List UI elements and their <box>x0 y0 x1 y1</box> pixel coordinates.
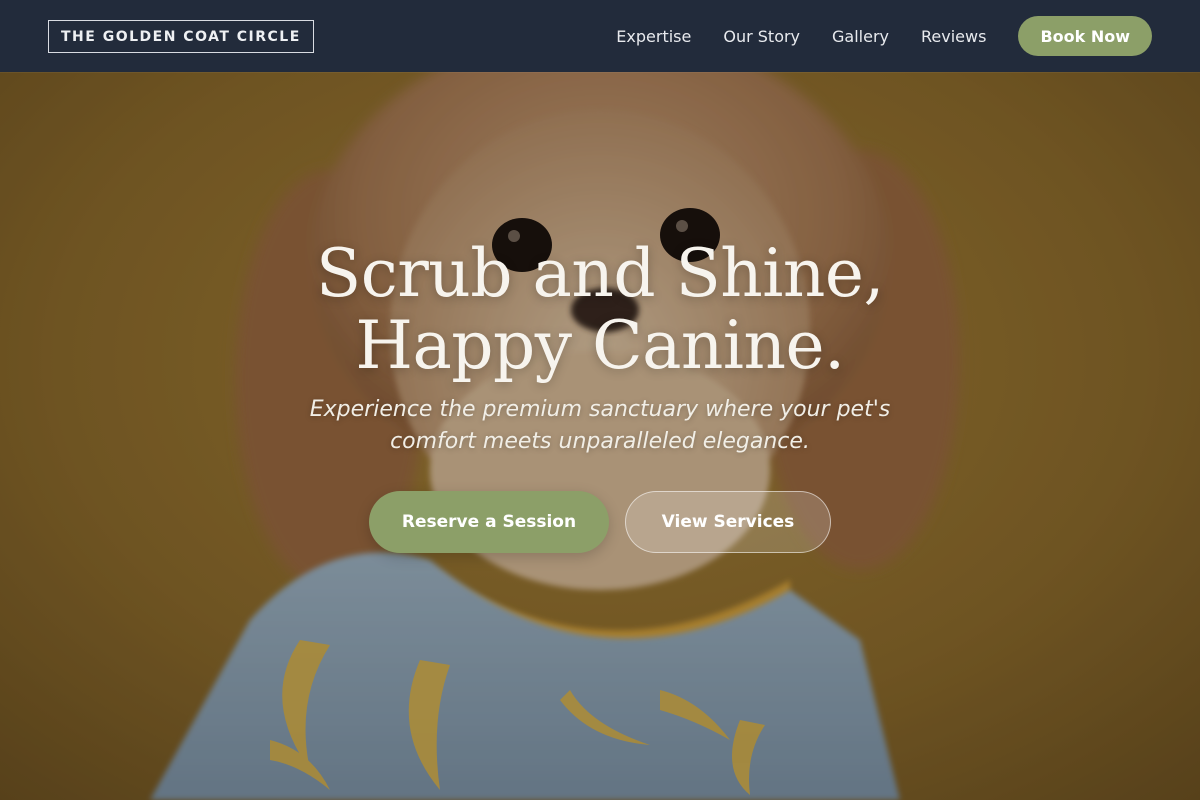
hero-title-line-2: Happy Canine. <box>355 307 845 384</box>
nav-link-gallery[interactable]: Gallery <box>832 27 889 46</box>
book-now-button[interactable]: Book Now <box>1018 16 1152 56</box>
nav-link-expertise[interactable]: Expertise <box>616 27 691 46</box>
hero-actions: Reserve a Session View Services <box>0 491 1200 553</box>
hero-subtitle: Experience the premium sanctuary where y… <box>309 397 891 454</box>
hero-title: Scrub and Shine, Happy Canine. <box>0 238 1200 382</box>
reserve-session-button[interactable]: Reserve a Session <box>369 491 609 553</box>
nav-link-reviews[interactable]: Reviews <box>921 27 986 46</box>
brand-logo[interactable]: THE GOLDEN COAT CIRCLE <box>48 19 314 53</box>
hero-section: Scrub and Shine, Happy Canine. Experienc… <box>0 238 1200 553</box>
hero-title-line-1: Scrub and Shine, <box>316 235 884 312</box>
view-services-button[interactable]: View Services <box>625 491 831 553</box>
nav-link-our-story[interactable]: Our Story <box>723 27 800 46</box>
top-navigation-bar: THE GOLDEN COAT CIRCLE Expertise Our Sto… <box>0 0 1200 72</box>
nav-menu: Expertise Our Story Gallery Reviews Book… <box>616 16 1152 56</box>
